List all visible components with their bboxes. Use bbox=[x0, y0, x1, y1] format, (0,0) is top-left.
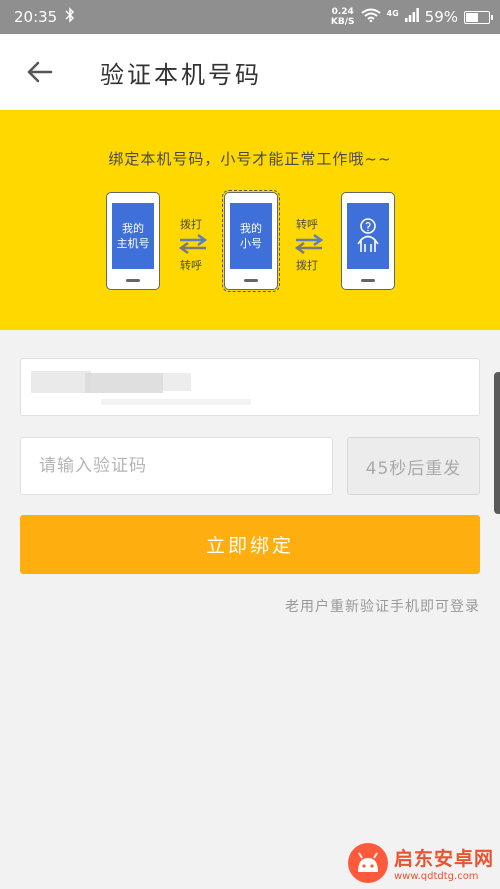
flow-right-top: 转呼 bbox=[296, 218, 318, 231]
contact-phone-illustration bbox=[341, 192, 395, 290]
bind-illustration-banner: 绑定本机号码，小号才能正常工作哦~~ 我的 主机号 拨打 转呼 我的 小号 转呼… bbox=[0, 110, 500, 330]
main-phone-illustration: 我的 主机号 bbox=[106, 192, 160, 290]
watermark-logo: 启东安卓网 www.qdtdtg.com bbox=[347, 843, 494, 883]
status-bar: 20:35 0.24 KB/S 4G 59% bbox=[0, 0, 500, 34]
watermark-android-icon bbox=[347, 843, 388, 883]
swap-arrows-icon bbox=[178, 234, 208, 254]
bluetooth-icon bbox=[65, 7, 75, 27]
page-title: 验证本机号码 bbox=[100, 60, 262, 89]
small-phone-illustration: 我的 小号 bbox=[222, 190, 280, 292]
back-arrow-icon bbox=[27, 61, 53, 83]
wifi-icon bbox=[360, 8, 381, 26]
person-icon bbox=[357, 218, 379, 252]
resend-code-button[interactable]: 45秒后重发 bbox=[347, 437, 480, 495]
old-user-hint: 老用户重新验证手机即可登录 bbox=[285, 599, 480, 615]
battery-icon bbox=[464, 10, 493, 24]
main-phone-label: 我的 主机号 bbox=[112, 203, 154, 269]
back-button[interactable] bbox=[0, 34, 80, 110]
battery-percent: 59% bbox=[424, 8, 458, 26]
flow-left-bottom: 转呼 bbox=[180, 259, 202, 272]
small-phone-label: 我的 小号 bbox=[230, 203, 272, 269]
watermark-name: 启东安卓网 bbox=[393, 848, 494, 870]
verification-code-input[interactable] bbox=[20, 437, 333, 495]
network-type: 4G bbox=[386, 9, 399, 18]
flow-right-bottom: 拨打 bbox=[296, 259, 318, 272]
banner-text: 绑定本机号码，小号才能正常工作哦~~ bbox=[108, 150, 392, 168]
bind-now-button[interactable]: 立即绑定 bbox=[20, 515, 480, 574]
flow-left-top: 拨打 bbox=[180, 218, 202, 231]
status-time: 20:35 bbox=[14, 8, 58, 26]
header-bar: 验证本机号码 bbox=[0, 34, 500, 110]
watermark-url: www.qdtdtg.com bbox=[393, 871, 479, 882]
phone-number-field[interactable] bbox=[20, 358, 480, 416]
network-speed: 0.24 KB/S bbox=[330, 7, 355, 27]
signal-icon bbox=[404, 8, 419, 26]
battery-fill bbox=[466, 12, 478, 22]
scroll-handle[interactable] bbox=[494, 372, 500, 514]
swap-arrows-icon bbox=[294, 234, 324, 254]
